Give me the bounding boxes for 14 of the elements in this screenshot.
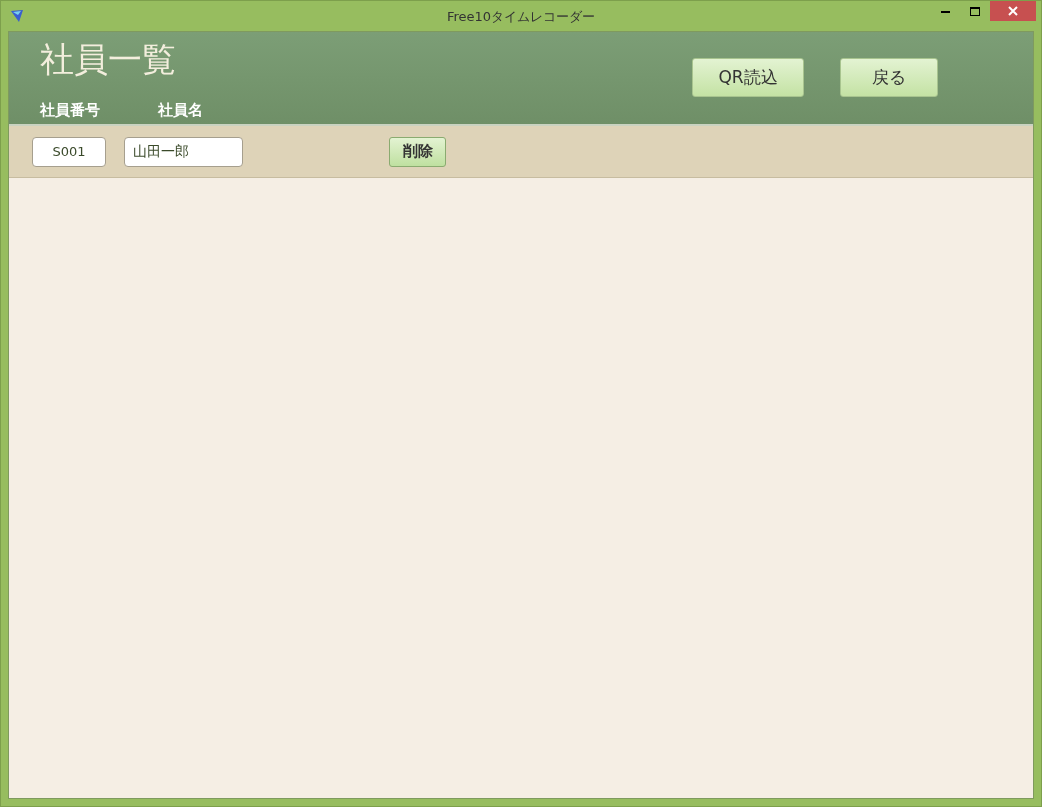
close-icon [1008,6,1018,16]
app-icon [10,9,24,23]
close-button[interactable] [990,1,1036,21]
window-title: Free10タイムレコーダー [446,9,596,24]
minimize-icon [940,9,950,13]
maximize-icon [970,6,980,16]
column-header: 社員番号 [40,101,101,120]
back-button[interactable]: 戻る [840,58,938,97]
delete-button[interactable]: 削除 [389,136,446,167]
employee-name-field[interactable]: 山田一郎 [124,136,243,167]
column-header: 社員名 [158,101,203,120]
employee-id-field[interactable]: S001 [32,136,106,167]
qr-scan-button[interactable]: QR読込 [692,58,804,97]
page-title: 社員一覧 [40,38,177,80]
